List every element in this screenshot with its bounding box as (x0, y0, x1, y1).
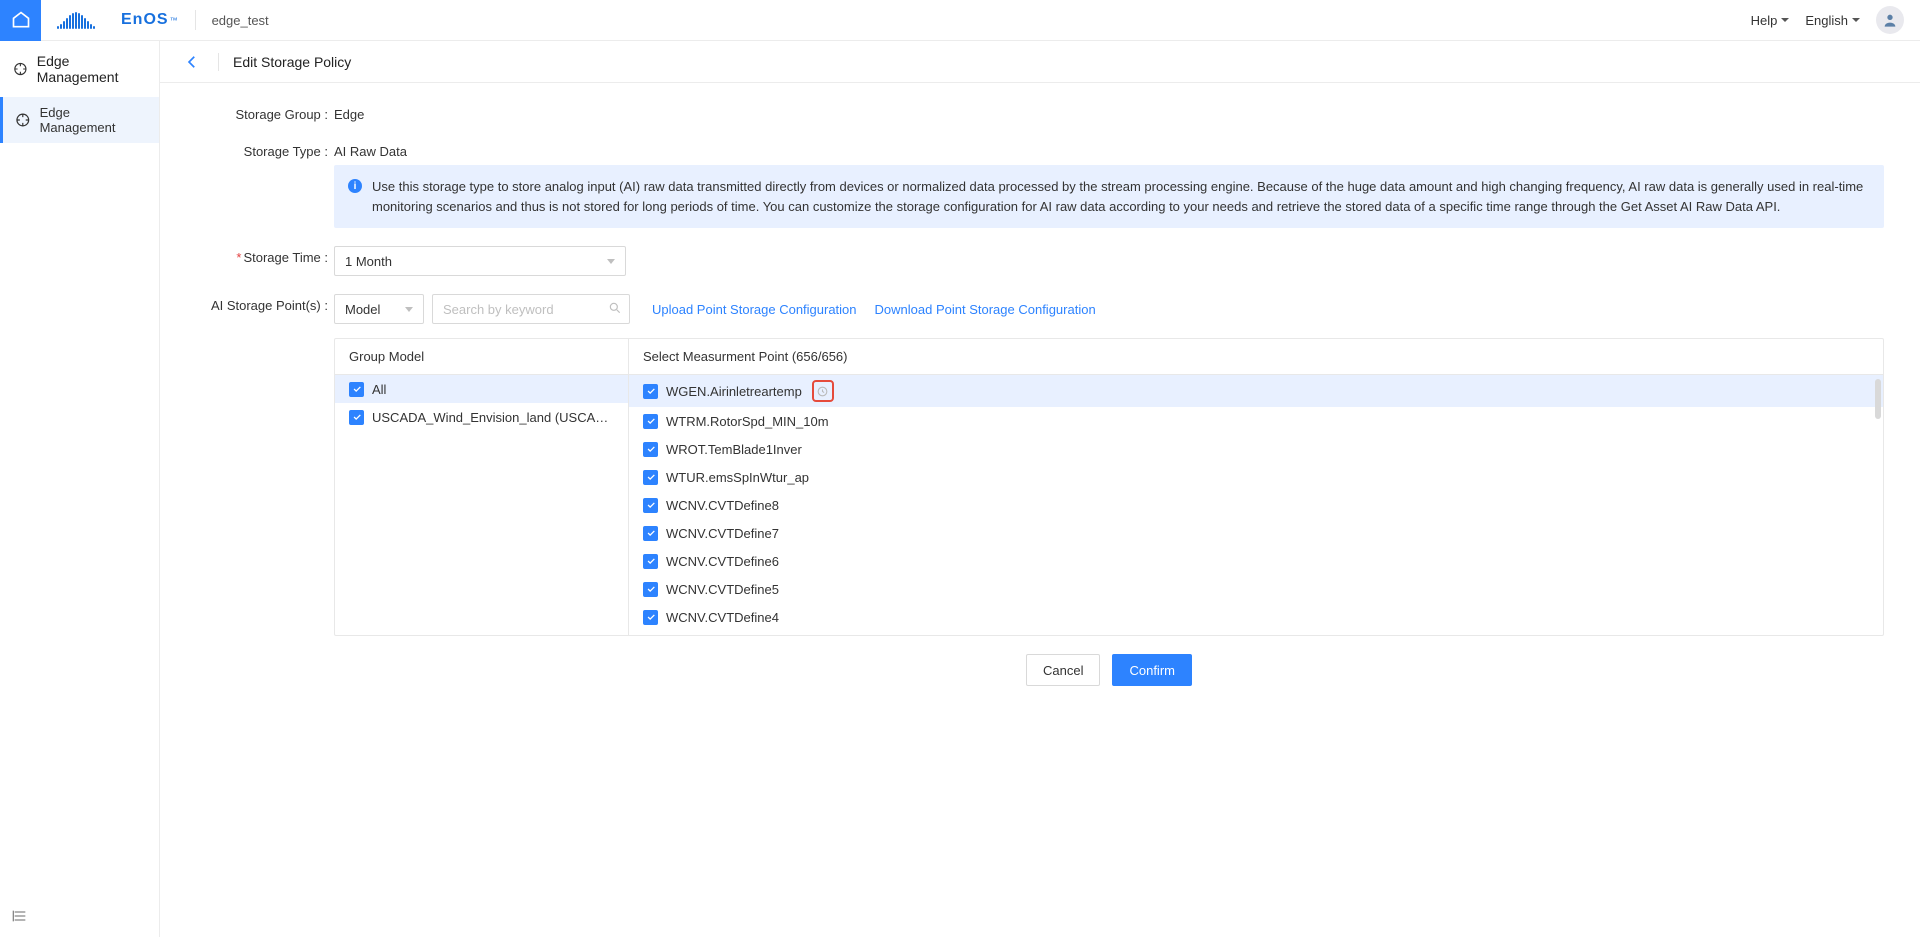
point-row[interactable]: WCNV.CVTDefine8 (629, 491, 1883, 519)
checkbox[interactable] (643, 554, 658, 569)
cancel-button[interactable]: Cancel (1026, 654, 1100, 686)
checkbox[interactable] (643, 384, 658, 399)
checkbox[interactable] (349, 382, 364, 397)
point-row[interactable]: WGEN.Airinletreartemp (629, 375, 1883, 407)
label-storage-type: Storage Type : (196, 140, 334, 159)
group-label: All (372, 382, 386, 397)
point-label: WROT.TemBlade1Inver (666, 442, 802, 457)
storage-time-value: 1 Month (345, 254, 392, 269)
home-icon[interactable] (0, 0, 41, 41)
page-title: Edit Storage Policy (233, 54, 351, 70)
col-header-group-model: Group Model (335, 339, 629, 374)
page-header: Edit Storage Policy (160, 41, 1920, 83)
help-label: Help (1751, 13, 1778, 28)
divider (195, 10, 196, 30)
point-label: WCNV.CVTDefine4 (666, 610, 779, 625)
label-storage-points: AI Storage Point(s) : (196, 294, 334, 313)
upload-link[interactable]: Upload Point Storage Configuration (652, 302, 857, 317)
edge-icon (12, 60, 29, 78)
point-row[interactable]: WCNV.CVTDefine7 (629, 519, 1883, 547)
point-label: WCNV.CVTDefine8 (666, 498, 779, 513)
checkbox[interactable] (349, 410, 364, 425)
caret-down-icon (1852, 18, 1860, 22)
download-link[interactable]: Download Point Storage Configuration (875, 302, 1096, 317)
logo-swoosh-icon (57, 11, 117, 29)
model-filter-select[interactable]: Model (334, 294, 424, 324)
edge-icon (14, 111, 32, 129)
group-row[interactable]: All (335, 375, 628, 403)
checkbox[interactable] (643, 414, 658, 429)
group-row[interactable]: USCADA_Wind_Envision_land (USCADA_... (335, 403, 628, 431)
point-row[interactable]: WROT.TemBlade1Inver (629, 435, 1883, 463)
search-icon (608, 301, 622, 315)
sidebar-header: Edge Management (0, 41, 159, 97)
chevron-down-icon (405, 307, 413, 312)
label-storage-group: Storage Group : (196, 103, 334, 122)
search-input[interactable] (432, 294, 630, 324)
project-name: edge_test (212, 13, 269, 28)
sidebar-item-edge-management[interactable]: Edge Management (0, 97, 159, 143)
point-row[interactable]: WCNV.CVTDefine5 (629, 575, 1883, 603)
point-label: WCNV.CVTDefine7 (666, 526, 779, 541)
info-text: Use this storage type to store analog in… (372, 177, 1870, 216)
point-label: WTRM.RotorSpd_MIN_10m (666, 414, 829, 429)
topbar: EnOS™ edge_test Help English (0, 0, 1920, 41)
avatar[interactable] (1876, 6, 1904, 34)
lang-label: English (1805, 13, 1848, 28)
info-box: i Use this storage type to store analog … (334, 165, 1884, 228)
point-label: WCNV.CVTDefine5 (666, 582, 779, 597)
language-menu[interactable]: English (1805, 13, 1860, 28)
value-storage-group: Edge (334, 103, 1884, 122)
checkbox[interactable] (643, 442, 658, 457)
label-storage-time: *Storage Time : (196, 246, 334, 265)
checkbox[interactable] (643, 610, 658, 625)
checkbox[interactable] (643, 582, 658, 597)
brand-tm: ™ (170, 16, 179, 25)
col-header-measurement-point: Select Measurment Point (656/656) (629, 339, 1883, 374)
checkbox[interactable] (643, 498, 658, 513)
points-table: Group Model Select Measurment Point (656… (334, 338, 1884, 636)
chevron-down-icon (607, 259, 615, 264)
checkbox[interactable] (643, 470, 658, 485)
sidebar: Edge Management Edge Management (0, 41, 160, 937)
caret-down-icon (1781, 18, 1789, 22)
help-menu[interactable]: Help (1751, 13, 1790, 28)
point-row[interactable]: WCNV.CVTDefine6 (629, 547, 1883, 575)
storage-time-select[interactable]: 1 Month (334, 246, 626, 276)
point-label: WTUR.emsSpInWtur_ap (666, 470, 809, 485)
point-label: WGEN.Airinletreartemp (666, 384, 802, 399)
value-storage-type: AI Raw Data (334, 140, 1884, 159)
collapse-icon (12, 908, 28, 924)
info-icon: i (348, 179, 362, 193)
back-button[interactable] (180, 50, 204, 74)
group-label: USCADA_Wind_Envision_land (USCADA_... (372, 410, 614, 425)
checkbox[interactable] (643, 526, 658, 541)
point-row[interactable]: WCNV.CVTDefine4 (629, 603, 1883, 631)
divider (218, 53, 219, 71)
brand-name: EnOS (121, 11, 169, 29)
point-label: WCNV.CVTDefine6 (666, 554, 779, 569)
clock-icon-highlight[interactable] (812, 380, 834, 402)
scrollbar[interactable] (1875, 379, 1881, 419)
model-filter-value: Model (345, 302, 380, 317)
point-row[interactable]: WTUR.emsSpInWtur_ap (629, 463, 1883, 491)
point-row[interactable]: WTRM.RotorSpd_MIN_10m (629, 407, 1883, 435)
brand-logo: EnOS™ (57, 11, 179, 29)
sidebar-collapse[interactable] (0, 898, 159, 937)
confirm-button[interactable]: Confirm (1112, 654, 1192, 686)
sidebar-item-label: Edge Management (40, 105, 147, 135)
sidebar-header-text: Edge Management (37, 53, 147, 85)
